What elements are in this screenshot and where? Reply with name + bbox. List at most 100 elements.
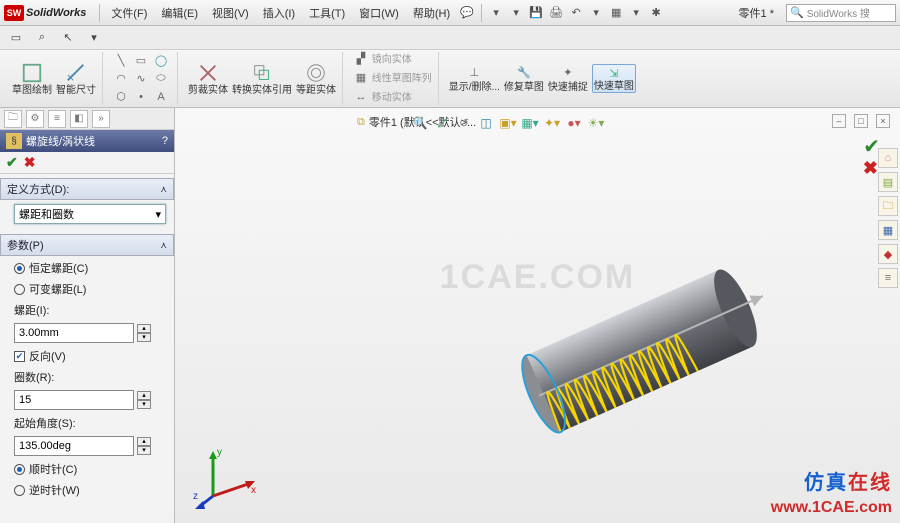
- menu-view[interactable]: 视图(V): [206, 3, 255, 23]
- redo-icon[interactable]: ▾: [587, 4, 605, 22]
- zoom-area-icon[interactable]: ⤢: [432, 113, 452, 133]
- pm-ok-icon[interactable]: ✔: [6, 154, 18, 171]
- slot-icon[interactable]: ⬭: [153, 71, 169, 87]
- tp-file-explorer-icon[interactable]: 🗀: [878, 196, 898, 216]
- cmd-quick-snap[interactable]: ✦快速捕捉: [548, 65, 588, 93]
- radio-icon[interactable]: [14, 464, 25, 475]
- radio-icon[interactable]: [14, 485, 25, 496]
- text-icon[interactable]: A: [153, 89, 169, 105]
- confirm-cancel-icon[interactable]: ✖: [863, 158, 878, 179]
- logo-badge-icon: SW: [4, 5, 24, 21]
- view-orient-icon[interactable]: ▣▾: [498, 113, 518, 133]
- pitch-input[interactable]: 3.00mm: [14, 323, 134, 343]
- section-view-icon[interactable]: ◫: [476, 113, 496, 133]
- pm-tab-display-icon[interactable]: ◧: [70, 110, 88, 128]
- cmd-linear-pattern[interactable]: ▦ 线性草图阵列: [353, 71, 432, 87]
- cmd-rapid-sketch[interactable]: ⇲快速草图: [592, 64, 636, 93]
- svg-text:y: y: [217, 447, 222, 458]
- help-balloon-icon[interactable]: 💬: [458, 4, 476, 22]
- checkbox-icon[interactable]: ✔: [14, 351, 25, 362]
- cmd-move[interactable]: ↔ 移动实体: [353, 90, 412, 106]
- pm-tab-feature-tree-icon[interactable]: 🗀: [4, 110, 22, 128]
- collapse-icon[interactable]: ⋏: [160, 240, 167, 251]
- section-define-header[interactable]: 定义方式(D): ⋏: [0, 178, 174, 200]
- poly-icon[interactable]: ⬡: [113, 89, 129, 105]
- section-params-header[interactable]: 参数(P) ⋏: [0, 234, 174, 256]
- pm-tab-property-icon[interactable]: ⚙: [26, 110, 44, 128]
- window-close-icon[interactable]: ×: [876, 114, 890, 128]
- tp-custom-icon[interactable]: ≡: [878, 268, 898, 288]
- hide-show-icon[interactable]: ✦▾: [542, 113, 562, 133]
- options-icon[interactable]: ✱: [647, 4, 665, 22]
- save-icon[interactable]: 💾: [527, 4, 545, 22]
- edit-appearance-icon[interactable]: ●▾: [564, 113, 584, 133]
- cmd-repair-sketch[interactable]: 🔧修复草图: [504, 65, 544, 93]
- opt-counterclockwise[interactable]: 逆时针(W): [14, 482, 166, 498]
- opt-constant-pitch[interactable]: 恒定螺距(C): [14, 260, 166, 276]
- open-icon[interactable]: ▾: [507, 4, 525, 22]
- menu-insert[interactable]: 插入(I): [257, 3, 301, 23]
- tp-resources-icon[interactable]: ⌂: [878, 148, 898, 168]
- pm-cancel-icon[interactable]: ✖: [24, 154, 36, 171]
- reverse-checkbox[interactable]: ✔ 反向(V): [14, 348, 166, 364]
- start-angle-spinner[interactable]: ▴▾: [137, 437, 151, 455]
- prev-view-icon[interactable]: ↺: [454, 113, 474, 133]
- task-pane[interactable]: ⌂ ▤ 🗀 ▦ ◆ ≡: [878, 148, 900, 288]
- apply-scene-icon[interactable]: ☀▾: [586, 113, 606, 133]
- cmd-mirror[interactable]: ▞ 镜向实体: [353, 52, 412, 68]
- rebuild-icon[interactable]: ▾: [627, 4, 645, 22]
- revolutions-spinner[interactable]: ▴▾: [137, 391, 151, 409]
- print-icon[interactable]: 🖨: [547, 4, 565, 22]
- start-angle-input[interactable]: 135.00deg: [14, 436, 134, 456]
- radio-icon[interactable]: [14, 263, 25, 274]
- cmd-convert[interactable]: 转换实体引用: [232, 62, 292, 96]
- tb-cursor-icon[interactable]: ↖: [58, 29, 78, 47]
- view-triad[interactable]: y x z: [193, 441, 263, 511]
- cmd-sketch[interactable]: 草图绘制: [12, 62, 52, 96]
- tb-dropdown-icon[interactable]: ▾: [84, 29, 104, 47]
- opt-variable-pitch[interactable]: 可变螺距(L): [14, 281, 166, 297]
- radio-icon[interactable]: [14, 284, 25, 295]
- cmd-offset[interactable]: 等距实体: [296, 62, 336, 96]
- zoom-fit-icon[interactable]: 🔍: [410, 113, 430, 133]
- search-input[interactable]: 🔍 SolidWorks 搜: [786, 4, 896, 22]
- circle-icon[interactable]: ◯: [153, 53, 169, 69]
- cmd-display-delete[interactable]: ⊥显示/删除...: [449, 65, 500, 93]
- menu-help[interactable]: 帮助(H): [407, 3, 456, 23]
- spline-icon[interactable]: ∿: [133, 71, 149, 87]
- cmd-trim[interactable]: 剪裁实体: [188, 62, 228, 96]
- point-icon[interactable]: •: [133, 89, 149, 105]
- pm-tab-extra-icon[interactable]: »: [92, 110, 110, 128]
- select-icon[interactable]: ▦: [607, 4, 625, 22]
- rect-icon[interactable]: ▭: [133, 53, 149, 69]
- tp-appearances-icon[interactable]: ◆: [878, 244, 898, 264]
- undo-icon[interactable]: ↶: [567, 4, 585, 22]
- tp-design-lib-icon[interactable]: ▤: [878, 172, 898, 192]
- pm-title-bar: § 螺旋线/涡状线 ?: [0, 130, 174, 152]
- pitch-spinner[interactable]: ▴▾: [137, 324, 151, 342]
- opt-clockwise[interactable]: 顺时针(C): [14, 461, 166, 477]
- graphics-viewport[interactable]: ⧉ 零件1 (默认<<默认>... 1CAE.COM: [175, 108, 900, 523]
- menu-tools[interactable]: 工具(T): [303, 3, 351, 23]
- menu-file[interactable]: 文件(F): [105, 3, 153, 23]
- line-icon[interactable]: ╲: [113, 53, 129, 69]
- pm-tab-config-icon[interactable]: ≡: [48, 110, 66, 128]
- new-doc-icon[interactable]: ▾: [487, 4, 505, 22]
- promo-text: 仿真在线: [804, 466, 892, 495]
- window-min-icon[interactable]: –: [832, 114, 846, 128]
- tp-view-palette-icon[interactable]: ▦: [878, 220, 898, 240]
- collapse-icon[interactable]: ⋏: [160, 184, 167, 195]
- tb-select-icon[interactable]: ▭: [6, 29, 26, 47]
- arc-icon[interactable]: ◠: [113, 71, 129, 87]
- menu-window[interactable]: 窗口(W): [353, 3, 405, 23]
- cmd-smart-dim[interactable]: 智能尺寸: [56, 62, 96, 96]
- revolutions-input[interactable]: 15: [14, 390, 134, 410]
- confirm-ok-icon[interactable]: ✔: [863, 134, 880, 159]
- pitch-label: 螺距(I):: [14, 302, 166, 318]
- display-style-icon[interactable]: ▦▾: [520, 113, 540, 133]
- define-method-dropdown[interactable]: 螺距和圈数▾: [14, 204, 166, 224]
- tb-filter-icon[interactable]: ⌕: [32, 29, 52, 47]
- pm-help-icon[interactable]: ?: [162, 135, 168, 147]
- menu-edit[interactable]: 编辑(E): [155, 3, 204, 23]
- window-max-icon[interactable]: □: [854, 114, 868, 128]
